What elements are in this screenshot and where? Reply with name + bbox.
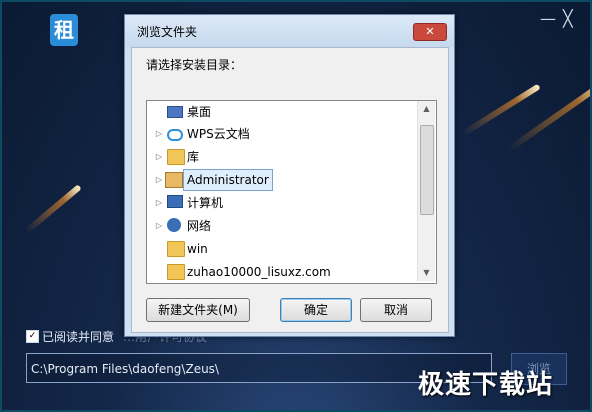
network-icon [167,218,181,232]
computer-icon [167,195,183,208]
tree-item-label: zuhao10000_lisuxz.com [187,265,331,279]
dialog-title: 浏览文件夹 [137,25,198,39]
expand-icon[interactable]: ▷ [155,215,163,237]
cloud-icon [167,129,183,141]
app-logo-icon: 租 [50,14,78,46]
tree-item-label: WPS云文档 [187,127,250,141]
expand-icon[interactable]: ▷ [155,123,163,145]
browse-folder-dialog: 浏览文件夹 ✕ 请选择安装目录： 桌面 ▷ WPS云文档 ▷ 库 ▷ Admin… [124,14,455,337]
ok-button[interactable]: 确定 [280,298,352,322]
tree-item-label: Administrator [183,169,273,191]
dialog-body: 请选择安装目录： 桌面 ▷ WPS云文档 ▷ 库 ▷ Administrator [131,47,449,333]
folder-tree[interactable]: 桌面 ▷ WPS云文档 ▷ 库 ▷ Administrator ▷ 计算机 ▷ … [146,100,437,284]
folder-icon [167,241,185,257]
tree-item-label: 网络 [187,219,212,233]
agree-label[interactable]: 已阅读并同意 [42,328,114,345]
tree-item-label: 桌面 [187,105,212,119]
scroll-up-icon[interactable]: ▲ [418,101,435,117]
expand-icon[interactable]: ▷ [155,192,163,214]
user-folder-icon [165,172,183,188]
folder-icon [167,264,185,280]
new-folder-button[interactable]: 新建文件夹(M) [146,298,250,322]
library-folder-icon [167,149,185,165]
expand-icon[interactable]: ▷ [155,146,163,168]
tree-item-label: 计算机 [187,196,224,210]
scrollbar-thumb[interactable] [420,125,434,215]
minimize-button[interactable]: — [540,10,556,28]
close-button[interactable]: ╳ [563,10,573,28]
tree-scrollbar[interactable]: ▲ ▼ [417,101,435,281]
watermark-text: 极速下载站 [418,370,554,400]
agree-checkbox[interactable]: ✓ [26,330,39,343]
expand-icon[interactable]: ▷ [155,169,163,191]
tree-item-label: 库 [187,150,200,164]
desktop-icon [167,106,183,118]
dialog-close-button[interactable]: ✕ [413,23,447,41]
dialog-prompt: 请选择安装目录： [146,58,243,72]
cancel-button[interactable]: 取消 [360,298,432,322]
tree-item-label: win [187,242,208,256]
dialog-titlebar[interactable]: 浏览文件夹 ✕ [125,15,454,47]
scroll-down-icon[interactable]: ▼ [418,265,435,281]
